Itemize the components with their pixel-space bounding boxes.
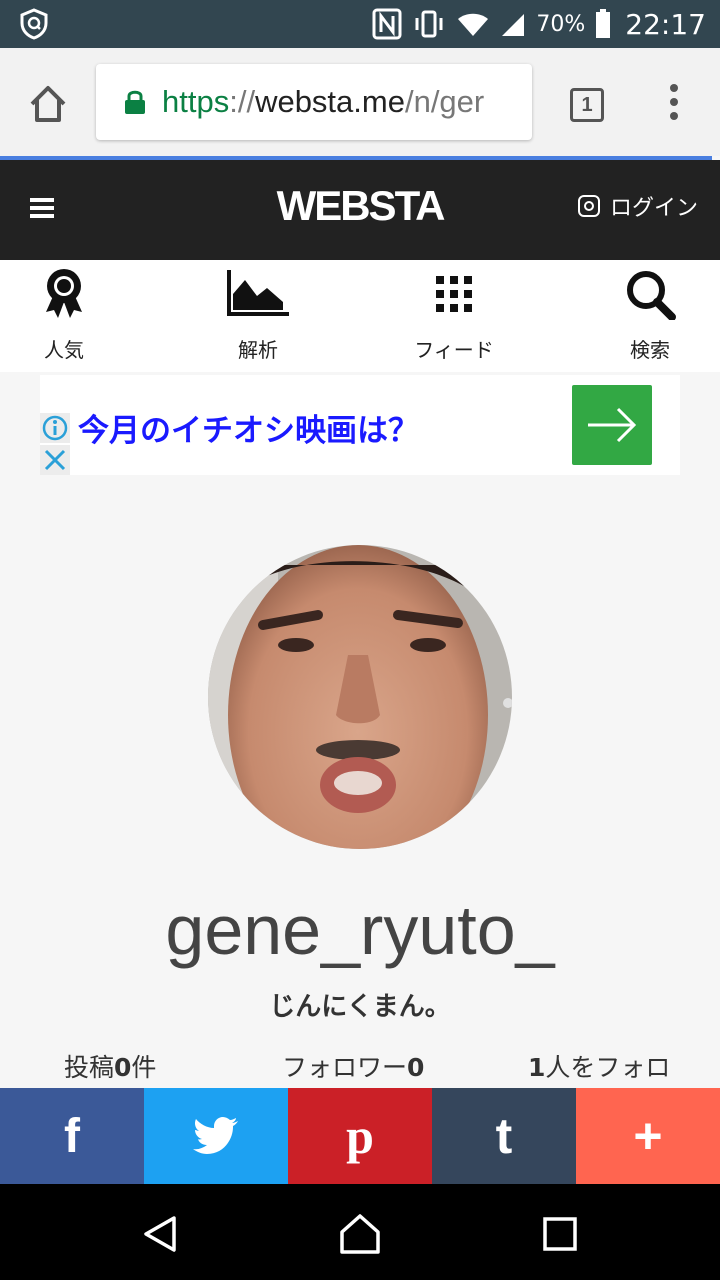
system-nav-bar xyxy=(0,1184,720,1280)
nav-label: フィード xyxy=(414,338,494,362)
share-twitter-button[interactable] xyxy=(144,1088,288,1184)
nav-label: 解析 xyxy=(238,338,278,362)
status-bar: 70% 22:17 xyxy=(0,0,720,48)
tumblr-icon: t xyxy=(495,1108,513,1164)
share-facebook-button[interactable]: f xyxy=(0,1088,144,1184)
lock-icon xyxy=(125,90,145,114)
nav-analysis[interactable]: 解析 xyxy=(188,268,328,363)
search-icon xyxy=(627,271,676,320)
twitter-icon xyxy=(193,1117,238,1154)
login-button[interactable]: ログイン xyxy=(577,190,698,222)
vibrate-icon xyxy=(415,10,443,38)
recents-icon[interactable] xyxy=(542,1216,578,1252)
ad-close-icon[interactable] xyxy=(40,445,70,475)
pinterest-icon: p xyxy=(346,1108,374,1164)
nav-label: 人気 xyxy=(44,338,84,362)
nav-popular[interactable]: 人気 xyxy=(0,268,134,363)
nfc-icon xyxy=(372,8,402,40)
tab-switcher-button[interactable]: 1 xyxy=(570,88,604,122)
nav-search[interactable]: 検索 xyxy=(580,268,720,363)
back-icon[interactable] xyxy=(140,1214,180,1254)
grid-icon xyxy=(436,276,472,312)
stat-followers[interactable]: フォロワー0 xyxy=(282,1048,424,1084)
profile-username: gene_ryuto_ xyxy=(165,891,555,969)
ad-go-button[interactable] xyxy=(572,385,652,465)
share-more-button[interactable]: + xyxy=(576,1088,720,1184)
plus-icon: + xyxy=(633,1108,663,1164)
profile-bio: じんにくまん。 xyxy=(269,992,451,1022)
facebook-icon: f xyxy=(64,1109,80,1163)
clock: 22:17 xyxy=(625,7,706,41)
ad-info-icon[interactable] xyxy=(40,413,70,443)
share-tumblr-button[interactable]: t xyxy=(432,1088,576,1184)
nav-feed[interactable]: フィード xyxy=(384,268,524,363)
browser-toolbar: https://websta.me/n/ger 1 xyxy=(0,48,720,156)
address-bar[interactable]: https://websta.me/n/ger xyxy=(96,64,532,140)
nav-label: 検索 xyxy=(630,338,670,362)
ad-banner[interactable]: 今月のイチオシ映画は？ xyxy=(40,375,680,475)
site-header: WEBSTA ログイン xyxy=(0,160,720,260)
profile-photo xyxy=(208,545,512,849)
battery-percent: 70% xyxy=(536,11,586,37)
login-label: ログイン xyxy=(609,196,698,221)
ad-headline[interactable]: 今月のイチオシ映画は？ xyxy=(78,405,419,450)
overflow-menu-icon[interactable] xyxy=(664,84,684,124)
area-chart-icon xyxy=(227,270,289,316)
arrow-right-icon xyxy=(588,407,637,443)
battery-icon xyxy=(596,9,611,38)
profile-stats: 投稿0件 フォロワー0 1人をフォロ xyxy=(0,1048,720,1088)
avatar xyxy=(208,545,512,849)
share-bar: f p t + xyxy=(0,1088,720,1184)
shield-icon xyxy=(20,8,48,40)
instagram-icon xyxy=(577,195,600,217)
stat-following[interactable]: 1人をフォロ xyxy=(528,1048,670,1084)
stat-posts[interactable]: 投稿0件 xyxy=(64,1048,156,1084)
signal-icon xyxy=(502,14,525,36)
home-icon[interactable] xyxy=(26,82,70,126)
award-icon xyxy=(46,269,82,318)
wifi-icon xyxy=(458,13,489,36)
category-nav: 人気 解析 フィード 検索 xyxy=(0,260,720,372)
share-pinterest-button[interactable]: p xyxy=(288,1088,432,1184)
url-text: https://websta.me/n/ger xyxy=(162,84,485,119)
home-nav-icon[interactable] xyxy=(338,1212,382,1256)
